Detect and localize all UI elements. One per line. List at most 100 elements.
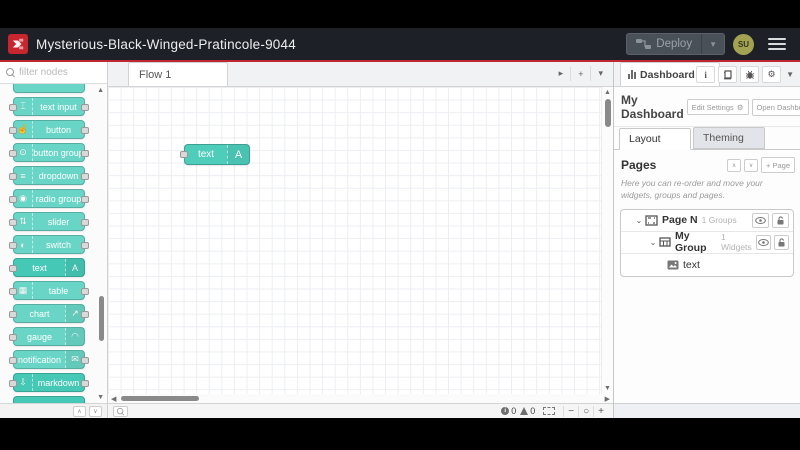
visibility-button[interactable] bbox=[756, 234, 772, 250]
input-port[interactable] bbox=[9, 311, 17, 318]
tab-scroll-right-icon[interactable]: ▸ bbox=[552, 66, 571, 81]
tree-row-widget[interactable]: text bbox=[621, 254, 793, 276]
output-port[interactable] bbox=[81, 380, 89, 387]
output-port[interactable] bbox=[81, 311, 89, 318]
config-tab-button[interactable]: ⚙ bbox=[762, 66, 782, 83]
tree-row-page[interactable]: ⌄ Page N 1 Groups bbox=[621, 210, 793, 232]
move-page-up-button[interactable]: ∧ bbox=[727, 158, 742, 172]
palette-filter-input[interactable] bbox=[19, 67, 99, 78]
palette-node-text[interactable]: text A bbox=[9, 258, 85, 277]
canvas-node-text[interactable]: text A bbox=[180, 144, 250, 165]
warning-count[interactable]: 0 bbox=[520, 406, 535, 416]
add-flow-button[interactable]: + bbox=[570, 66, 590, 81]
deploy-options-caret[interactable]: ▼ bbox=[701, 34, 724, 54]
search-flows-button[interactable] bbox=[113, 405, 128, 417]
output-port[interactable] bbox=[81, 242, 89, 249]
input-port[interactable] bbox=[9, 288, 17, 295]
output-port[interactable] bbox=[81, 173, 89, 180]
palette-scroll-up-icon[interactable]: ▲ bbox=[97, 87, 104, 94]
zoom-reset-button[interactable]: ○ bbox=[579, 405, 595, 417]
output-port[interactable] bbox=[81, 357, 89, 364]
palette-node-radio-group[interactable]: ◉ radio group bbox=[9, 189, 89, 208]
canvas-horizontal-scrollbar[interactable]: ◀ ▶ bbox=[108, 394, 613, 403]
info-tab-button[interactable]: i bbox=[696, 66, 716, 83]
move-page-down-button[interactable]: ∨ bbox=[744, 158, 759, 172]
input-port[interactable] bbox=[9, 104, 17, 111]
book-icon bbox=[723, 69, 732, 79]
output-port[interactable] bbox=[81, 219, 89, 226]
open-dashboard-button[interactable]: Open Dashboard ⧉ bbox=[751, 98, 800, 116]
canvas-vertical-scrollbar[interactable]: ▲ ▼ bbox=[601, 87, 613, 394]
zoom-out-button[interactable]: − bbox=[564, 405, 580, 417]
output-port[interactable] bbox=[81, 150, 89, 157]
output-port[interactable] bbox=[81, 288, 89, 295]
input-port[interactable] bbox=[9, 219, 17, 226]
scroll-up-icon[interactable]: ▲ bbox=[604, 89, 611, 96]
deploy-button[interactable]: Deploy ▼ bbox=[626, 33, 725, 55]
lock-button[interactable] bbox=[774, 234, 789, 250]
collapse-categories-button[interactable]: ∧ bbox=[73, 405, 86, 417]
palette-node-table[interactable]: ▦ table bbox=[9, 281, 89, 300]
visibility-button[interactable] bbox=[752, 212, 769, 228]
navigator-toggle-icon[interactable] bbox=[543, 407, 556, 415]
deploy-main[interactable]: Deploy bbox=[627, 38, 701, 50]
tree-row-group[interactable]: ⌄ My Group 1 Widgets bbox=[621, 230, 793, 254]
input-port[interactable] bbox=[180, 151, 188, 158]
node-red-editor: Mysterious-Black-Winged-Pratincole-9044 … bbox=[0, 28, 800, 418]
palette-node-switch[interactable]: ◐ switch bbox=[9, 235, 89, 254]
pages-heading: Pages bbox=[621, 158, 657, 172]
tab-theming[interactable]: Theming bbox=[693, 127, 765, 149]
palette-search[interactable] bbox=[0, 62, 107, 84]
main-menu-icon[interactable] bbox=[768, 37, 786, 51]
palette-node-text-input[interactable]: ⌶ text input bbox=[9, 97, 89, 116]
info-count[interactable]: i 0 bbox=[501, 406, 516, 416]
lock-button[interactable] bbox=[772, 212, 789, 228]
flow-canvas[interactable]: text A ▲ ▼ bbox=[108, 87, 613, 394]
collapse-caret-icon[interactable]: ⌄ bbox=[647, 238, 659, 247]
palette-node-button[interactable]: ☝ button bbox=[9, 120, 89, 139]
scroll-down-icon[interactable]: ▼ bbox=[604, 385, 611, 392]
palette-node-chart[interactable]: chart ↗ bbox=[9, 304, 89, 323]
bug-icon bbox=[745, 70, 754, 79]
input-port[interactable] bbox=[9, 173, 17, 180]
horizontal-scrollbar-thumb[interactable] bbox=[121, 396, 200, 401]
output-port[interactable] bbox=[81, 127, 89, 134]
flow-tab[interactable]: Flow 1 bbox=[128, 62, 228, 86]
user-avatar[interactable]: SU bbox=[733, 33, 754, 55]
node-label: switch bbox=[45, 239, 71, 250]
vertical-scrollbar-thumb[interactable] bbox=[605, 99, 611, 127]
debug-tab-button[interactable] bbox=[740, 66, 760, 83]
input-port[interactable] bbox=[9, 196, 17, 203]
expand-categories-button[interactable]: ∨ bbox=[89, 405, 102, 417]
zoom-in-button[interactable]: + bbox=[594, 406, 608, 417]
input-port[interactable] bbox=[9, 357, 17, 364]
input-port[interactable] bbox=[9, 265, 17, 272]
sidebar-tab-buttons: i ⚙ ▼ bbox=[696, 66, 796, 83]
edit-settings-button[interactable]: Edit Settings ⚙ bbox=[686, 99, 749, 115]
palette-scroll-down-icon[interactable]: ▼ bbox=[97, 394, 104, 401]
palette-node-partial-top[interactable] bbox=[13, 84, 85, 93]
list-flows-icon[interactable]: ▾ bbox=[590, 66, 610, 81]
output-port[interactable] bbox=[81, 104, 89, 111]
palette-scrollbar-thumb[interactable] bbox=[99, 296, 104, 341]
input-port[interactable] bbox=[9, 380, 17, 387]
sidebar-menu-caret-icon[interactable]: ▼ bbox=[784, 70, 796, 79]
palette-node-partial-bottom[interactable] bbox=[13, 396, 85, 403]
input-port[interactable] bbox=[9, 334, 17, 341]
palette-node-slider[interactable]: ⇅ slider bbox=[9, 212, 89, 231]
scroll-right-icon[interactable]: ▶ bbox=[605, 395, 610, 403]
add-page-button[interactable]: + Page bbox=[761, 157, 795, 173]
input-port[interactable] bbox=[9, 127, 17, 134]
collapse-caret-icon[interactable]: ⌄ bbox=[633, 216, 645, 225]
input-port[interactable] bbox=[9, 242, 17, 249]
help-tab-button[interactable] bbox=[718, 66, 738, 83]
scroll-left-icon[interactable]: ◀ bbox=[111, 395, 116, 403]
output-port[interactable] bbox=[81, 196, 89, 203]
input-port[interactable] bbox=[9, 150, 17, 157]
tab-layout[interactable]: Layout bbox=[619, 128, 691, 150]
palette-node-gauge[interactable]: gauge ◠ bbox=[9, 327, 85, 346]
palette-node-dropdown[interactable]: ≡ dropdown bbox=[9, 166, 89, 185]
palette-node-markdown[interactable]: ⇩ markdown bbox=[9, 373, 89, 392]
palette-node-notification[interactable]: notification ✉ bbox=[9, 350, 89, 369]
palette-node-button-group[interactable]: ⊙ button group bbox=[9, 143, 89, 162]
